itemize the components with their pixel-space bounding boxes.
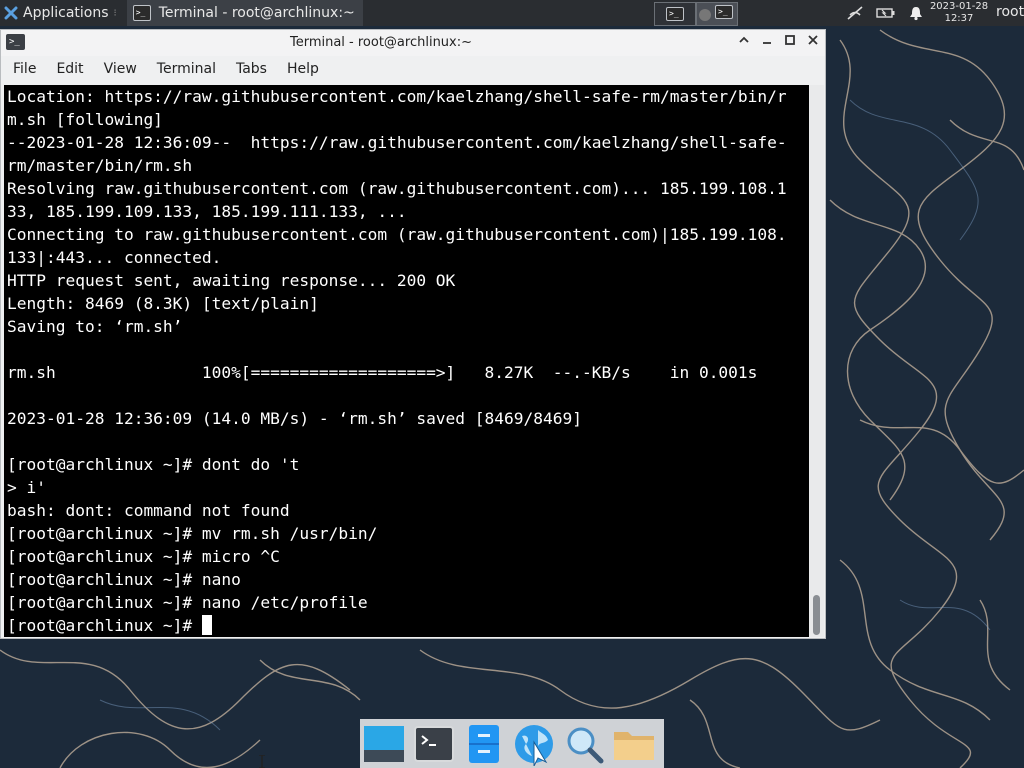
workspace-switcher: >_ >_ [654, 2, 738, 26]
terminal-line: 2023-01-28 12:36:09 (14.0 MB/s) - ‘rm.sh… [7, 409, 582, 428]
clock-date: 2023-01-28 [929, 1, 989, 12]
terminal-line: Location: https://raw.githubusercontent.… [7, 87, 787, 106]
terminal-line: Length: 8469 (8.3K) [text/plain] [7, 294, 319, 313]
minimize-icon [763, 42, 771, 44]
file-cabinet-launcher[interactable] [462, 722, 506, 766]
workspace-2[interactable]: >_ [696, 2, 738, 26]
scrollbar-thumb[interactable] [813, 595, 820, 635]
terminal-line: 133|:443... connected. [7, 248, 222, 267]
menu-edit[interactable]: Edit [52, 61, 91, 77]
clock-time: 12:37 [944, 13, 974, 24]
user-menu[interactable]: root [996, 4, 1024, 20]
window-close-button[interactable] [804, 34, 822, 52]
folder-icon [614, 731, 654, 760]
text-cursor [201, 615, 212, 635]
taskbar-item-label: Terminal - root@archlinux:~ [158, 5, 355, 21]
menu-bar: File Edit View Terminal Tabs Help [1, 56, 827, 82]
terminal-line: [root@archlinux ~]# nano [7, 570, 241, 589]
terminal-prompt: [root@archlinux ~]# [7, 616, 202, 635]
applications-menu-button[interactable]: Applications ⁝ [0, 0, 123, 26]
terminal-icon: >_ [666, 7, 684, 21]
menu-view[interactable]: View [100, 61, 145, 77]
window-maximize-button[interactable] [781, 34, 799, 52]
terminal-line: [root@archlinux ~]# micro ^C [7, 547, 280, 566]
window-shade-button[interactable] [735, 34, 753, 52]
terminal-line: bash: dont: command not found [7, 501, 290, 520]
terminal-launcher[interactable] [412, 722, 456, 766]
show-desktop-button[interactable] [362, 722, 406, 766]
xfce-mouse-icon [4, 6, 18, 20]
window-titlebar[interactable]: >_ Terminal - root@archlinux:~ [1, 30, 825, 56]
terminal-line: Resolving raw.githubusercontent.com (raw… [7, 179, 787, 198]
workspace-1[interactable]: >_ [654, 2, 696, 26]
terminal-line: [root@archlinux ~]# nano /etc/profile [7, 593, 368, 612]
close-icon [808, 35, 818, 45]
chevron-up-icon [739, 36, 749, 43]
show-desktop-icon [364, 725, 404, 762]
terminal-icon: >_ [132, 5, 151, 21]
terminal-line: 33, 185.199.109.133, 185.199.111.133, ..… [7, 202, 407, 221]
dock-panel [360, 719, 664, 768]
menu-tabs[interactable]: Tabs [232, 61, 275, 77]
menu-file[interactable]: File [9, 61, 44, 77]
taskbar-item-terminal[interactable]: >_ Terminal - root@archlinux:~ [126, 0, 363, 26]
battery-icon[interactable] [876, 6, 896, 20]
panel-clock[interactable]: 2023-01-28 12:37 [928, 1, 990, 25]
terminal-window: >_ Terminal - root@archlinux:~ File Edit… [0, 29, 826, 639]
mouse-cursor-icon [259, 755, 265, 768]
window-minimize-button[interactable] [758, 34, 776, 52]
app-finder-icon [567, 727, 604, 763]
terminal-line: rm/master/bin/rm.sh [7, 156, 193, 175]
applications-label: Applications [23, 5, 109, 21]
terminal-prompt-line[interactable]: [root@archlinux ~]# [4, 614, 809, 637]
file-cabinet-icon [469, 724, 499, 763]
terminal-line: m.sh [following] [7, 110, 163, 129]
terminal-output[interactable]: Location: https://raw.githubusercontent.… [4, 85, 809, 637]
terminal-line: [root@archlinux ~]# mv rm.sh /usr/bin/ [7, 524, 378, 543]
system-tray [846, 0, 924, 26]
terminal-line: > i' [7, 478, 46, 497]
network-disconnected-icon[interactable] [846, 5, 864, 21]
web-browser-icon [515, 724, 553, 766]
terminal-line: [root@archlinux ~]# dont do 't [7, 455, 300, 474]
terminal-line: HTTP request sent, awaiting response... … [7, 271, 456, 290]
window-thumbnail [699, 9, 711, 21]
web-browser-launcher[interactable] [512, 722, 556, 766]
terminal-line: Connecting to raw.githubusercontent.com … [7, 225, 787, 244]
panel-separator: ⁝ [113, 7, 117, 19]
terminal-line: --2023-01-28 12:36:09-- https://raw.gith… [7, 133, 787, 152]
app-finder-launcher[interactable] [562, 722, 606, 766]
top-panel: Applications ⁝ >_ Terminal - root@archli… [0, 0, 1024, 26]
terminal-icon [414, 725, 454, 762]
terminal-line: rm.sh 100%[===================>] 8.27K -… [7, 363, 758, 382]
menu-terminal[interactable]: Terminal [153, 61, 224, 77]
menu-help[interactable]: Help [283, 61, 327, 77]
terminal-scrollbar[interactable] [809, 85, 824, 637]
terminal-line: Saving to: ‘rm.sh’ [7, 317, 183, 336]
maximize-icon [785, 35, 795, 45]
terminal-icon: >_ [715, 5, 733, 19]
window-title: Terminal - root@archlinux:~ [289, 35, 473, 50]
file-manager-launcher[interactable] [612, 722, 656, 766]
notification-bell-icon[interactable] [908, 5, 924, 21]
